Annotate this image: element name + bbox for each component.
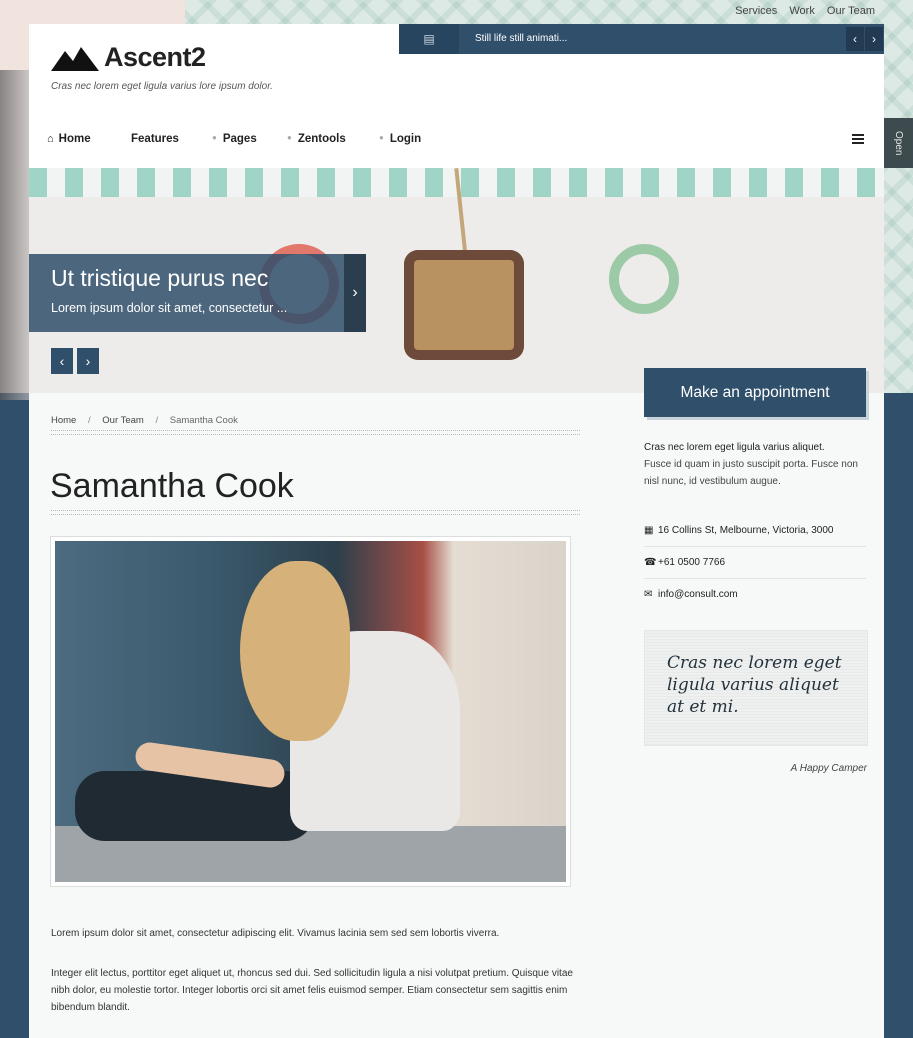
profile-photo-frame [50,536,571,887]
brand-name: Ascent2 [104,42,206,72]
top-link-services[interactable]: Services [735,5,777,17]
breadcrumb-separator: / [155,415,159,426]
nav-item-label: Pages [222,133,257,145]
nav-item-login[interactable]: ● Login [379,133,421,145]
news-ticker: ▤ Still life still animati... ‹ › [399,24,884,54]
ticker-next-button[interactable]: › [865,27,883,51]
background-shadow [0,70,30,400]
ticker-text[interactable]: Still life still animati... [475,33,567,44]
sidebar-intro-text: Fusce id quam in justo suscipit porta. F… [644,459,858,487]
nav-item-home[interactable]: ⌂ Home [47,133,91,145]
contact-address: ▦ 16 Collins St, Melbourne, Victoria, 30… [644,514,866,547]
nav-item-label: Features [131,133,179,145]
top-link-our-team[interactable]: Our Team [827,5,875,17]
testimonial-author: A Happy Camper [790,763,867,774]
nav-item-label: Login [389,133,422,145]
sidebar-intro: Cras nec lorem eget ligula varius alique… [644,439,869,490]
slide-caption-subtitle: Lorem ipsum dolor sit amet, consectetur … [51,301,288,315]
nav-item-label: Home [58,133,91,145]
photo-hair [240,561,350,741]
phone-icon: ☎ [644,556,657,568]
contact-email-text[interactable]: info@consult.com [658,589,738,600]
breadcrumb-home[interactable]: Home [51,415,76,426]
nav-item-zentools[interactable]: ● Zentools [287,133,346,145]
make-appointment-button[interactable]: Make an appointment [644,368,866,417]
contact-phone: ☎ +61 0500 7766 [644,546,866,579]
contact-phone-text[interactable]: +61 0500 7766 [658,557,725,568]
breadcrumb-separator: / [87,415,91,426]
hero-slider: Ut tristique purus nec Lorem ipsum dolor… [29,168,884,393]
hero-spool [404,250,524,360]
slider-prev-button[interactable]: ‹ [51,348,73,374]
map-icon: ▦ [644,524,654,536]
mountain-logo-icon [51,46,99,71]
divider [51,510,580,515]
profile-photo [55,541,566,882]
divider [51,430,580,435]
top-links: Services Work Our Team [726,5,875,17]
breadcrumb: Home / Our Team / Samantha Cook [51,415,238,426]
nav-item-features[interactable]: Features [131,133,179,145]
caption-arrow-button[interactable]: › [344,254,366,332]
slide-caption-title: Ut tristique purus nec [51,265,269,291]
top-link-work[interactable]: Work [789,5,814,17]
body-paragraph: Integer elit lectus, porttitor eget aliq… [51,968,573,1013]
slider-next-button[interactable]: › [77,348,99,374]
envelope-icon: ✉ [644,588,653,600]
nav-item-pages[interactable]: ● Pages [212,133,257,145]
testimonial-box: Cras nec lorem eget ligula varius alique… [644,630,868,746]
slide-caption[interactable]: Ut tristique purus nec Lorem ipsum dolor… [29,254,344,332]
hamburger-icon[interactable] [852,134,864,144]
logo[interactable]: Ascent2 [51,42,206,73]
dropdown-dot-icon: ● [212,133,217,142]
site-header: Ascent2 Cras nec lorem eget ligula variu… [29,24,884,168]
testimonial-quote: Cras nec lorem eget ligula varius alique… [667,653,842,717]
main-container: Ascent2 Cras nec lorem eget ligula variu… [29,24,884,1038]
dropdown-dot-icon: ● [379,133,384,142]
breadcrumb-our-team[interactable]: Our Team [102,415,144,426]
breadcrumb-current: Samantha Cook [169,415,238,426]
ticker-prev-button[interactable]: ‹ [846,27,864,51]
contact-email: ✉ info@consult.com [644,578,866,610]
home-icon: ⌂ [47,133,54,145]
page-title: Samantha Cook [50,467,294,505]
newspaper-icon: ▤ [399,24,459,54]
contact-address-text: 16 Collins St, Melbourne, Victoria, 3000 [658,524,834,536]
sidebar-intro-lead: Cras nec lorem eget ligula varius alique… [644,442,825,453]
open-side-panel-tab[interactable]: Open [884,118,913,168]
hero-tape-green [609,244,679,314]
nav-item-label: Zentools [297,133,346,145]
dropdown-dot-icon: ● [287,133,292,142]
body-paragraph: Lorem ipsum dolor sit amet, consectetur … [51,928,500,939]
brand-tagline: Cras nec lorem eget ligula varius lore i… [51,81,273,92]
